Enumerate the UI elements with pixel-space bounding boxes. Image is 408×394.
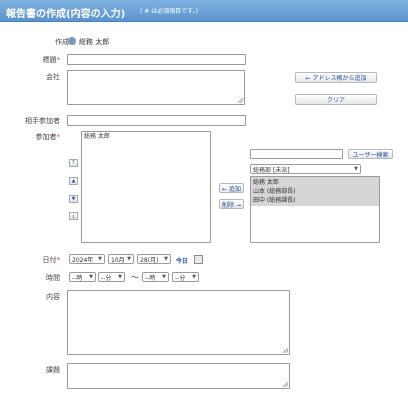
page-title: 報告書の作成(内容の入力) (6, 9, 126, 20)
company-label: 会社 (46, 73, 60, 81)
chevron-down-icon: ▼ (118, 274, 122, 280)
participants-label: 参加者* (35, 133, 61, 141)
move-top-icon[interactable]: ⤒ (69, 159, 78, 167)
participant-item[interactable]: 総務 太郎 (82, 132, 210, 141)
creator-label: 作成者 (55, 38, 76, 46)
year-value: 2024年 (72, 256, 94, 264)
day-value: 28(月) (140, 256, 159, 264)
calendar-icon[interactable] (194, 255, 203, 264)
issues-label: 課題 (46, 366, 60, 374)
move-down-icon[interactable]: ▼ (69, 195, 78, 203)
today-link[interactable]: 今日 (176, 256, 188, 265)
month-select[interactable]: 10月 ▼ (108, 254, 134, 264)
content-textarea[interactable] (67, 290, 290, 355)
move-up-icon[interactable]: ▲ (69, 177, 78, 185)
end-hour-value: --時 (145, 274, 156, 282)
chevron-down-icon: ▼ (98, 256, 102, 262)
user-search-button[interactable]: ユーザー検索 (348, 149, 393, 159)
chevron-down-icon: ▼ (89, 274, 93, 280)
end-minute-value: --分 (175, 274, 186, 282)
chevron-down-icon: ▼ (127, 256, 131, 262)
date-label: 日付* (42, 256, 61, 264)
end-minute-select[interactable]: --分 ▼ (172, 272, 199, 282)
issues-textarea[interactable] (67, 363, 290, 389)
add-from-address-book-button[interactable]: ← アドレス帳から追加 (295, 72, 377, 83)
start-hour-select[interactable]: --時 ▼ (69, 272, 96, 282)
start-hour-value: --時 (72, 274, 83, 282)
user-item[interactable]: 田中 (総務課長) (251, 196, 379, 205)
required-note: ( # は必須項目です。) (140, 8, 198, 15)
remove-participant-button[interactable]: 削除 → (219, 199, 244, 209)
group-select-value: 総務部 [未派] (253, 166, 290, 174)
chevron-down-icon: ▼ (162, 274, 166, 280)
content-label: 内容 (46, 293, 60, 301)
day-select[interactable]: 28(月) ▼ (137, 254, 171, 264)
time-label: 時間 (46, 274, 60, 282)
group-select[interactable]: 総務部 [未派] ▼ (250, 164, 361, 174)
users-listbox[interactable]: 総務 太郎 山本 (総務部長) 田中 (総務課長) (250, 176, 380, 243)
chevron-down-icon: ▼ (354, 166, 358, 172)
month-value: 10月 (111, 256, 125, 264)
end-hour-select[interactable]: --時 ▼ (142, 272, 169, 282)
time-separator: ～ (131, 273, 139, 282)
clear-button[interactable]: クリア (295, 94, 377, 105)
participants-listbox[interactable]: 総務 太郎 (81, 131, 211, 243)
year-select[interactable]: 2024年 ▼ (69, 254, 105, 264)
subject-input[interactable] (67, 54, 246, 65)
creator-name: 総務 太郎 (79, 38, 110, 46)
move-bottom-icon[interactable]: ⤓ (69, 212, 78, 220)
chevron-down-icon: ▼ (192, 274, 196, 280)
company-textarea[interactable] (67, 70, 245, 105)
user-search-input[interactable] (250, 149, 343, 159)
add-participant-button[interactable]: ← 追加 (219, 183, 244, 193)
user-icon (68, 37, 76, 45)
user-item[interactable]: 山本 (総務部長) (251, 187, 379, 196)
start-minute-value: --分 (101, 274, 112, 282)
user-item[interactable]: 総務 太郎 (251, 178, 379, 187)
chevron-down-icon: ▼ (164, 256, 168, 262)
subject-label: 標題* (42, 56, 61, 64)
counterpart-input[interactable] (67, 115, 246, 126)
counterpart-label: 相手参加者 (25, 117, 60, 125)
start-minute-select[interactable]: --分 ▼ (98, 272, 125, 282)
